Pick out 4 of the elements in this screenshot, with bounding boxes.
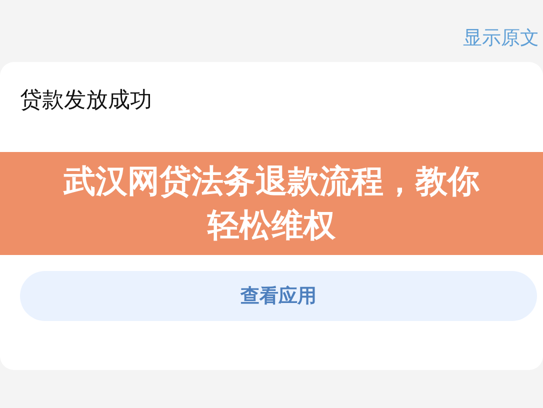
view-app-button[interactable]: 查看应用: [20, 271, 537, 321]
banner-title: 武汉网贷法务退款流程，教你轻松维权: [62, 161, 480, 246]
show-original-link[interactable]: 显示原文: [463, 24, 539, 52]
card-title: 贷款发放成功: [20, 87, 153, 115]
